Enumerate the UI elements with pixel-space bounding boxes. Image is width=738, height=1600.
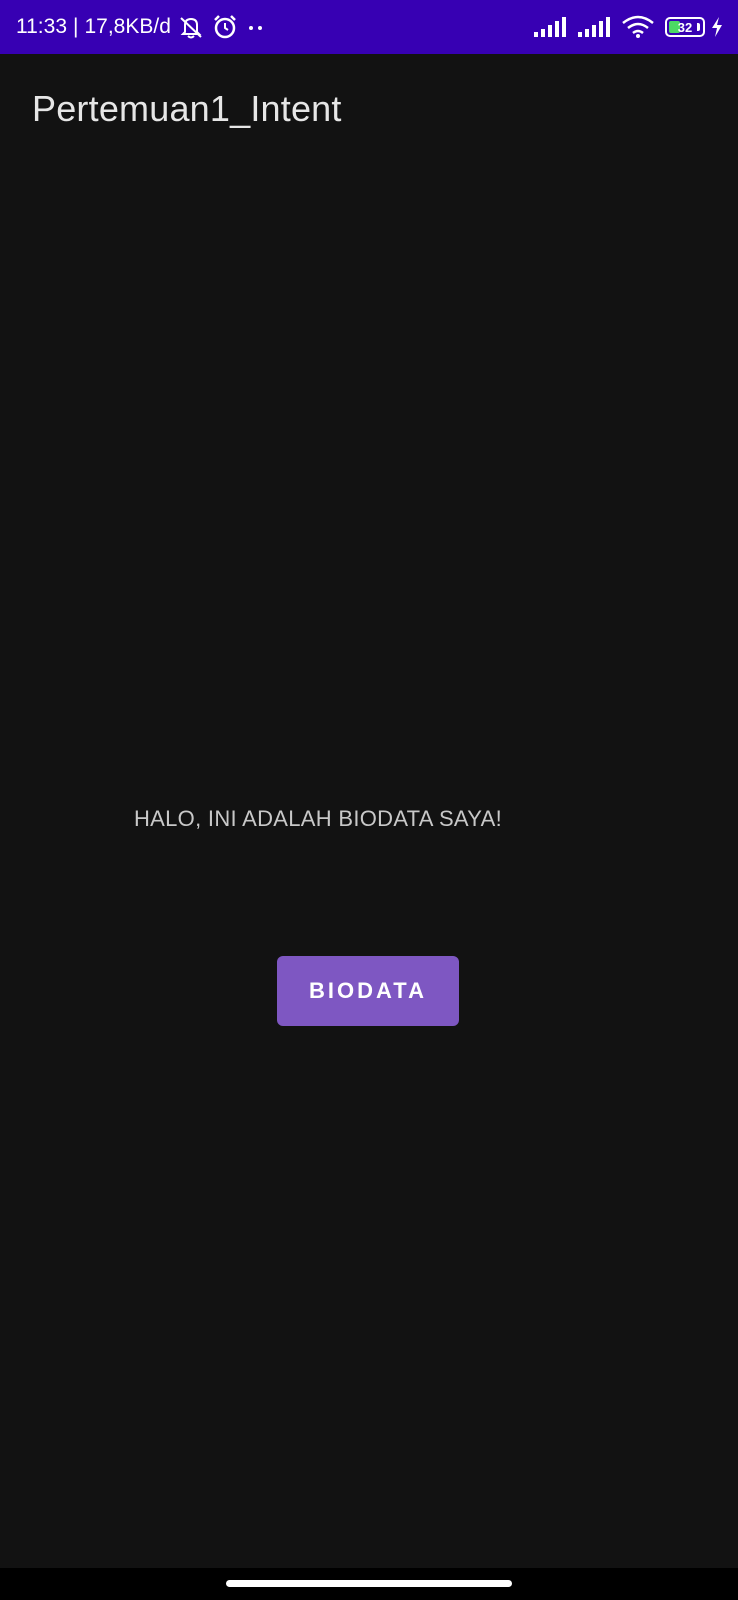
signal-icon	[533, 16, 567, 38]
navigation-bar	[0, 1568, 738, 1600]
alarm-icon	[211, 14, 239, 40]
app-title: Pertemuan1_Intent	[32, 88, 342, 129]
home-gesture-bar[interactable]	[226, 1580, 512, 1587]
charging-icon	[710, 16, 724, 38]
wifi-icon	[621, 15, 655, 39]
status-right: 32	[533, 15, 724, 39]
status-left: 11:33 | 17,8KB/d	[16, 14, 267, 40]
biodata-button[interactable]: BIODATA	[277, 956, 459, 1026]
signal-icon	[577, 16, 611, 38]
battery-icon: 32	[665, 17, 705, 37]
network-speed: 17,8KB/d	[84, 15, 171, 38]
more-dots-icon	[245, 14, 267, 40]
notifications-off-icon	[177, 14, 205, 40]
status-time: 11:33	[16, 15, 67, 38]
status-bar: 11:33 | 17,8KB/d 32	[0, 0, 738, 54]
battery-level: 32	[677, 19, 693, 35]
status-separator: |	[73, 15, 79, 38]
battery-body: 32	[665, 17, 705, 37]
greeting-text: HALO, INI ADALAH BIODATA SAYA!	[133, 806, 503, 831]
